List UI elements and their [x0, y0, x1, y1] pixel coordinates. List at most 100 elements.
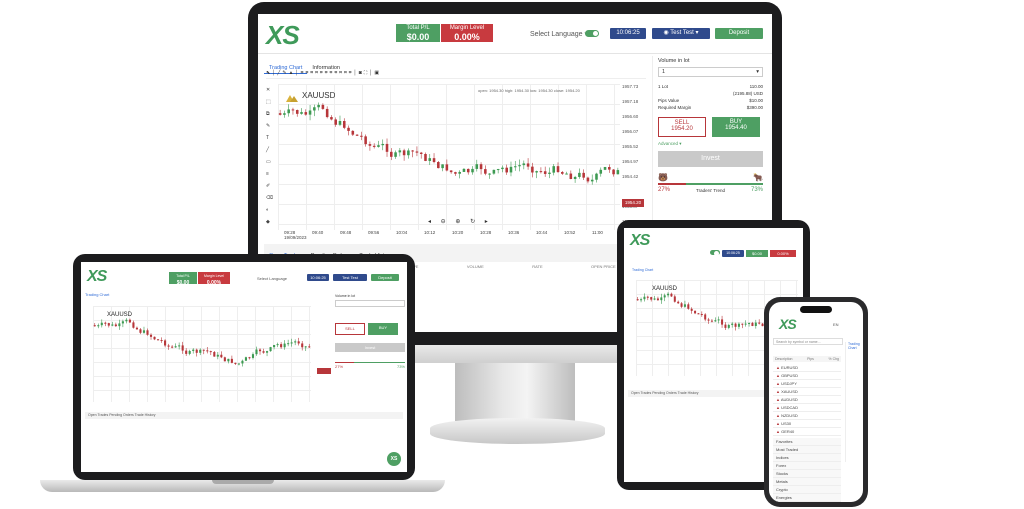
time-tick: 10:20 [452, 230, 464, 235]
calendar-icon[interactable]: ▣ [374, 70, 381, 76]
watchlist-row[interactable]: ▲ NZDUSD [773, 412, 841, 420]
monitor-stand [455, 363, 575, 421]
crosshair-icon[interactable]: ✕ [266, 84, 276, 96]
sell-percent: 27% [335, 364, 344, 369]
candle-body [192, 349, 195, 351]
candle-body [280, 344, 283, 348]
candle-body [513, 166, 517, 168]
fib-icon[interactable]: ⌗⌗⌗⌗⌗⌗⌗⌗⌗⌗⌗ [301, 70, 354, 76]
fullscreen-icon[interactable]: ⛶ [364, 70, 370, 76]
watchlist-row[interactable]: ▲ USDJPY [773, 380, 841, 388]
watchlist-row[interactable]: ▲ USDCAD [773, 404, 841, 412]
clock-button[interactable]: 10:06:25 [610, 28, 646, 39]
chart-nav-controls[interactable]: ◂ ⊖ ⊕ ↻ ▸ [428, 218, 492, 225]
time-tick: 09:28 19/09/2023 [284, 230, 307, 240]
deposit-button[interactable]: Deposit [715, 28, 763, 39]
clock-button[interactable]: 10:06:25 [722, 250, 744, 257]
clock-button[interactable]: 10:06:25 [307, 274, 329, 281]
sell-button[interactable]: SELL [335, 323, 365, 335]
tab-trading-chart[interactable]: Trading Chart [632, 268, 653, 272]
watchlist-row[interactable]: ▲ EURUSD [773, 364, 841, 372]
watchlist-row[interactable]: ▲ US30 [773, 420, 841, 428]
language-select[interactable]: EN [833, 322, 839, 327]
candle-body [578, 172, 581, 177]
candle-body [300, 112, 303, 114]
candle-body [552, 166, 556, 173]
candle-body [751, 322, 754, 326]
user-menu-button[interactable]: Test Test [333, 274, 367, 281]
category-item[interactable]: Stocks [773, 470, 841, 478]
candle-body [209, 351, 212, 353]
language-select[interactable]: Select Language ▾ [530, 30, 588, 38]
menu-icon[interactable]: ≡ [266, 168, 276, 180]
cursor-icon[interactable]: ⬉ [266, 70, 272, 76]
xs-logo[interactable]: XS [266, 20, 300, 51]
theme-toggle[interactable] [710, 250, 720, 256]
tab-trading-chart[interactable]: Trading Chart [85, 292, 109, 297]
gold-bars-icon [284, 90, 298, 102]
category-item[interactable]: Most Traded [773, 446, 841, 454]
volume-select[interactable] [335, 300, 405, 307]
candle-body [586, 177, 590, 182]
current-price-tag: 1954.20 [622, 199, 644, 207]
candle-body [744, 323, 747, 325]
volume-select[interactable]: 1 ▾ [658, 67, 763, 77]
margin-level-value: 0.00% [454, 32, 480, 42]
deposit-button[interactable]: Deposit [371, 274, 399, 281]
category-item[interactable]: Energies [773, 494, 841, 502]
buy-button[interactable]: BUY [368, 323, 398, 335]
chevron-down-icon: ▾ [756, 69, 759, 75]
price-chart[interactable]: XAUUSD [93, 306, 311, 402]
watchlist-row[interactable]: ▲ XAUUSD [773, 388, 841, 396]
magnet-icon[interactable]: ⧉ [266, 108, 276, 120]
text-icon[interactable]: T [266, 132, 276, 144]
sell-button[interactable]: SELL 1954.20 [658, 117, 706, 137]
trash-icon[interactable]: ◆ [266, 216, 276, 228]
triangle-icon[interactable]: ▲ [289, 70, 296, 76]
select-icon[interactable]: ⬚ [266, 96, 276, 108]
category-item[interactable]: Metals [773, 478, 841, 486]
theme-toggle[interactable] [585, 30, 599, 37]
xs-logo: XS [87, 268, 107, 285]
watchlist-row[interactable]: ▲ GER40 [773, 428, 841, 436]
candle-body [330, 117, 333, 120]
eye-icon[interactable]: ◐ [266, 204, 276, 216]
price-tick: 1956.60 [622, 114, 639, 119]
chat-fab-button[interactable]: XS [387, 452, 401, 466]
price-chart[interactable]: XAUUSD open: 1954.30 high: 1954.30 low: … [278, 84, 620, 230]
symbol-label: XAUUSD [302, 91, 336, 100]
bull-icon: 🐂 [753, 173, 763, 182]
candle-body [707, 319, 710, 321]
category-item[interactable]: Crypto [773, 486, 841, 494]
candle-body [471, 168, 474, 173]
sell-percent: 27% [658, 187, 671, 193]
candle-body [721, 319, 724, 325]
candle-body [509, 166, 513, 173]
symbol-search-input[interactable]: Search by symbol or name... [773, 338, 843, 345]
candle-body [561, 172, 564, 174]
brush-icon[interactable]: ✐ [266, 180, 276, 192]
category-item[interactable]: Forex [773, 462, 841, 470]
category-item[interactable]: Indices [773, 454, 841, 462]
erase-icon[interactable]: ⌫ [266, 192, 276, 204]
invest-button[interactable]: Invest [658, 151, 763, 167]
user-menu-button[interactable]: ◉ Test Test ▾ [652, 28, 710, 39]
current-price-tag [317, 368, 331, 374]
category-item[interactable]: Favorites [773, 438, 841, 446]
side-peek-panel: Trading Chart [845, 342, 863, 462]
rect-icon[interactable]: ▭ [266, 156, 276, 168]
language-select[interactable]: Select Language [257, 276, 287, 281]
candle-body [526, 163, 530, 167]
candle-body [646, 296, 649, 298]
candle-body [174, 346, 177, 348]
watchlist-row[interactable]: ▲ AUDUSD [773, 396, 841, 404]
pen-icon[interactable]: ✎ [266, 120, 276, 132]
sell-sentiment-bar [658, 183, 687, 185]
invest-button[interactable]: Invest [335, 343, 405, 352]
candle-body [93, 325, 96, 327]
advanced-toggle[interactable]: Advanced ▾ [658, 141, 763, 147]
laptop-screen: XS Total P/L $0.00 Margin Level 0.00% Sele… [81, 262, 407, 472]
buy-button[interactable]: BUY 1954.40 [712, 117, 760, 137]
watchlist-row[interactable]: ▲ GBPUSD [773, 372, 841, 380]
line-icon[interactable]: ╱ [266, 144, 276, 156]
